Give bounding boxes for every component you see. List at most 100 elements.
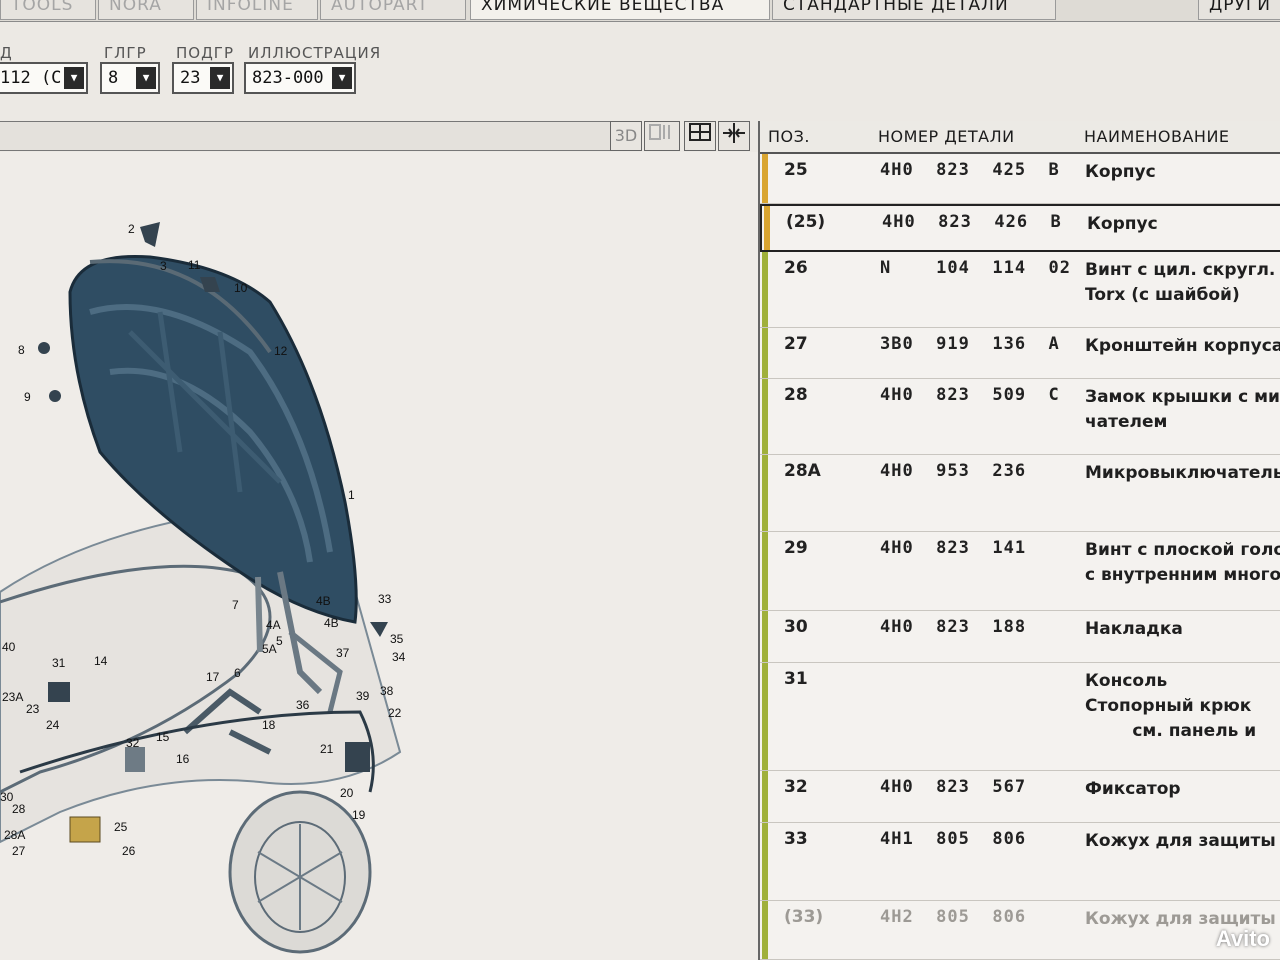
cell-pos: 25: [784, 160, 808, 180]
subgroup-value: 23: [180, 68, 201, 88]
cell-name: Кожух для защиты: [1085, 831, 1276, 851]
cell-number: 4H0 823 141: [880, 538, 1027, 558]
row-status-bar: [762, 455, 768, 531]
callout-label: 39: [356, 689, 370, 703]
table-row[interactable]: 29 4H0 823 141 Винт с плоской голо с внутр…: [760, 532, 1280, 611]
row-status-bar: [764, 206, 770, 250]
table-row[interactable]: 31 Консоль Стопорный крюк см. панель и: [760, 663, 1280, 771]
illustration-select[interactable]: 823-000 ▼: [244, 62, 356, 94]
tab-tools[interactable]: TOOLS: [0, 0, 96, 20]
callout-label: 34: [392, 650, 406, 664]
parts-table: ПОЗ. НОМЕР ДЕТАЛИ НАИМЕНОВАНИЕ 25 4H0 823…: [758, 121, 1280, 960]
table-header: ПОЗ. НОМЕР ДЕТАЛИ НАИМЕНОВАНИЕ: [760, 121, 1280, 154]
callout-label: 5A: [262, 642, 277, 656]
cell-number: 3B0 919 136 A: [880, 334, 1060, 354]
subgroup-select[interactable]: 23 ▼: [172, 62, 234, 94]
table-row[interactable]: (33) 4H2 805 806 Кожух для защиты: [760, 901, 1280, 960]
illustration-value: 823-000: [252, 68, 324, 88]
callout-label: 8: [18, 343, 25, 357]
hgr-value: 8: [108, 68, 119, 88]
cell-number: 4H0 823 425 B: [880, 160, 1060, 180]
callout-label: 37: [336, 646, 350, 660]
cell-number: 4H1 805 806: [880, 829, 1027, 849]
callout-label: 26: [122, 844, 136, 858]
callout-label: 38: [380, 684, 394, 698]
callout-label: 18: [262, 718, 276, 732]
callout-label: 7: [232, 598, 239, 612]
table-row[interactable]: 26 N 104 114 02 Винт с цил. скругл. го Tor…: [760, 252, 1280, 328]
table-row[interactable]: 33 4H1 805 806 Кожух для защиты: [760, 823, 1280, 901]
row-status-bar: [762, 379, 768, 454]
row-status-bar: [762, 532, 768, 610]
tab-bar: TOOLS NORA INFOLINE AUTOPART ХИМИЧЕСКИЕ …: [0, 0, 1280, 22]
chevron-down-icon[interactable]: ▼: [64, 67, 84, 89]
table-row[interactable]: (25) 4H0 823 426 B Корпус: [760, 204, 1280, 252]
illustration-toolbar: [0, 121, 610, 151]
callout-label: 33: [378, 592, 392, 606]
cell-number: N 104 114 02: [880, 258, 1071, 278]
cell-number: 4H0 953 236: [880, 461, 1027, 481]
cell-name: Кронштейн корпуса р: [1085, 336, 1280, 356]
callout-label: 4B: [316, 594, 331, 608]
hgr-select[interactable]: 8 ▼: [100, 62, 160, 94]
callout-label: 11: [188, 258, 201, 272]
table-row[interactable]: 27 3B0 919 136 A Кронштейн корпуса р: [760, 328, 1280, 379]
column-header-number[interactable]: НОМЕР ДЕТАЛИ: [878, 127, 1015, 146]
callout-label: 4B: [324, 616, 339, 630]
model-select[interactable]: 112 (С) ▼: [0, 62, 88, 94]
column-header-pos[interactable]: ПОЗ.: [768, 127, 810, 146]
callout-label: 2: [128, 222, 135, 236]
cell-number: 4H0 823 426 B: [882, 212, 1062, 232]
callout-label: 23A: [2, 690, 24, 704]
table-row[interactable]: 32 4H0 823 567 Фиксатор: [760, 771, 1280, 823]
cell-name: Замок крышки с мик чателем: [1085, 387, 1280, 432]
cell-name: Накладка: [1085, 619, 1183, 639]
callout-label: 14: [94, 654, 108, 668]
chevron-down-icon[interactable]: ▼: [136, 67, 156, 89]
callout-label: 25: [114, 820, 128, 834]
callout-label: 5: [276, 634, 283, 648]
callout-label: 36: [296, 698, 310, 712]
table-row[interactable]: 28A 4H0 953 236 Микровыключатель: [760, 455, 1280, 532]
cell-number: 4H0 823 509 C: [880, 385, 1060, 405]
cell-pos: 27: [784, 334, 808, 354]
column-header-name[interactable]: НАИМЕНОВАНИЕ: [1084, 127, 1230, 146]
callout-label: 24: [46, 718, 60, 732]
callout-label: 9: [24, 390, 31, 404]
row-status-bar: [762, 328, 768, 378]
3d-view-button[interactable]: 3D: [610, 121, 642, 151]
callout-label: 12: [274, 344, 288, 358]
tab-nora[interactable]: NORA: [98, 0, 194, 20]
tab-chemicals[interactable]: ХИМИЧЕСКИЕ ВЕЩЕСТВА: [470, 0, 770, 20]
chevron-down-icon[interactable]: ▼: [210, 67, 230, 89]
callout-label: 31: [52, 656, 66, 670]
cell-number: 4H0 823 188: [880, 617, 1027, 637]
callout-label: 15: [156, 730, 170, 744]
table-row[interactable]: 25 4H0 823 425 B Корпус: [760, 154, 1280, 204]
table-row[interactable]: 30 4H0 823 188 Накладка: [760, 611, 1280, 663]
tab-autopart[interactable]: AUTOPART: [320, 0, 466, 20]
cell-number: 4H0 823 567: [880, 777, 1027, 797]
split-view-icon[interactable]: [644, 121, 680, 151]
illustration-label: ИЛЛЮСТРАЦИЯ: [248, 44, 382, 62]
callout-label: 10: [234, 281, 248, 295]
callout-label: 23: [26, 702, 40, 716]
tab-standard-parts[interactable]: СТАНДАРТНЫЕ ДЕТАЛИ: [772, 0, 1056, 20]
row-status-bar: [762, 823, 768, 900]
exploded-diagram[interactable]: 2 3 11 10 12 8 9 1 4B 33 7 4A 5 4B 35 5A…: [0, 152, 758, 960]
layout-icon[interactable]: [684, 121, 716, 151]
row-status-bar: [762, 901, 768, 959]
cell-pos: 28A: [784, 461, 821, 481]
avito-logo: Avito: [1215, 926, 1270, 951]
row-status-bar: [762, 252, 768, 327]
callout-label: 32: [126, 736, 140, 750]
tab-infoline[interactable]: INFOLINE: [196, 0, 318, 20]
table-row[interactable]: 28 4H0 823 509 C Замок крышки с мик чателе…: [760, 379, 1280, 455]
tab-other[interactable]: ДРУГИ: [1198, 0, 1280, 20]
resize-divider-icon[interactable]: [718, 121, 750, 151]
chevron-down-icon[interactable]: ▼: [332, 67, 352, 89]
callout-label: 4A: [266, 618, 281, 632]
callout-label: 6: [234, 666, 241, 680]
row-status-bar: [762, 611, 768, 662]
hood-illustration: [0, 222, 402, 954]
